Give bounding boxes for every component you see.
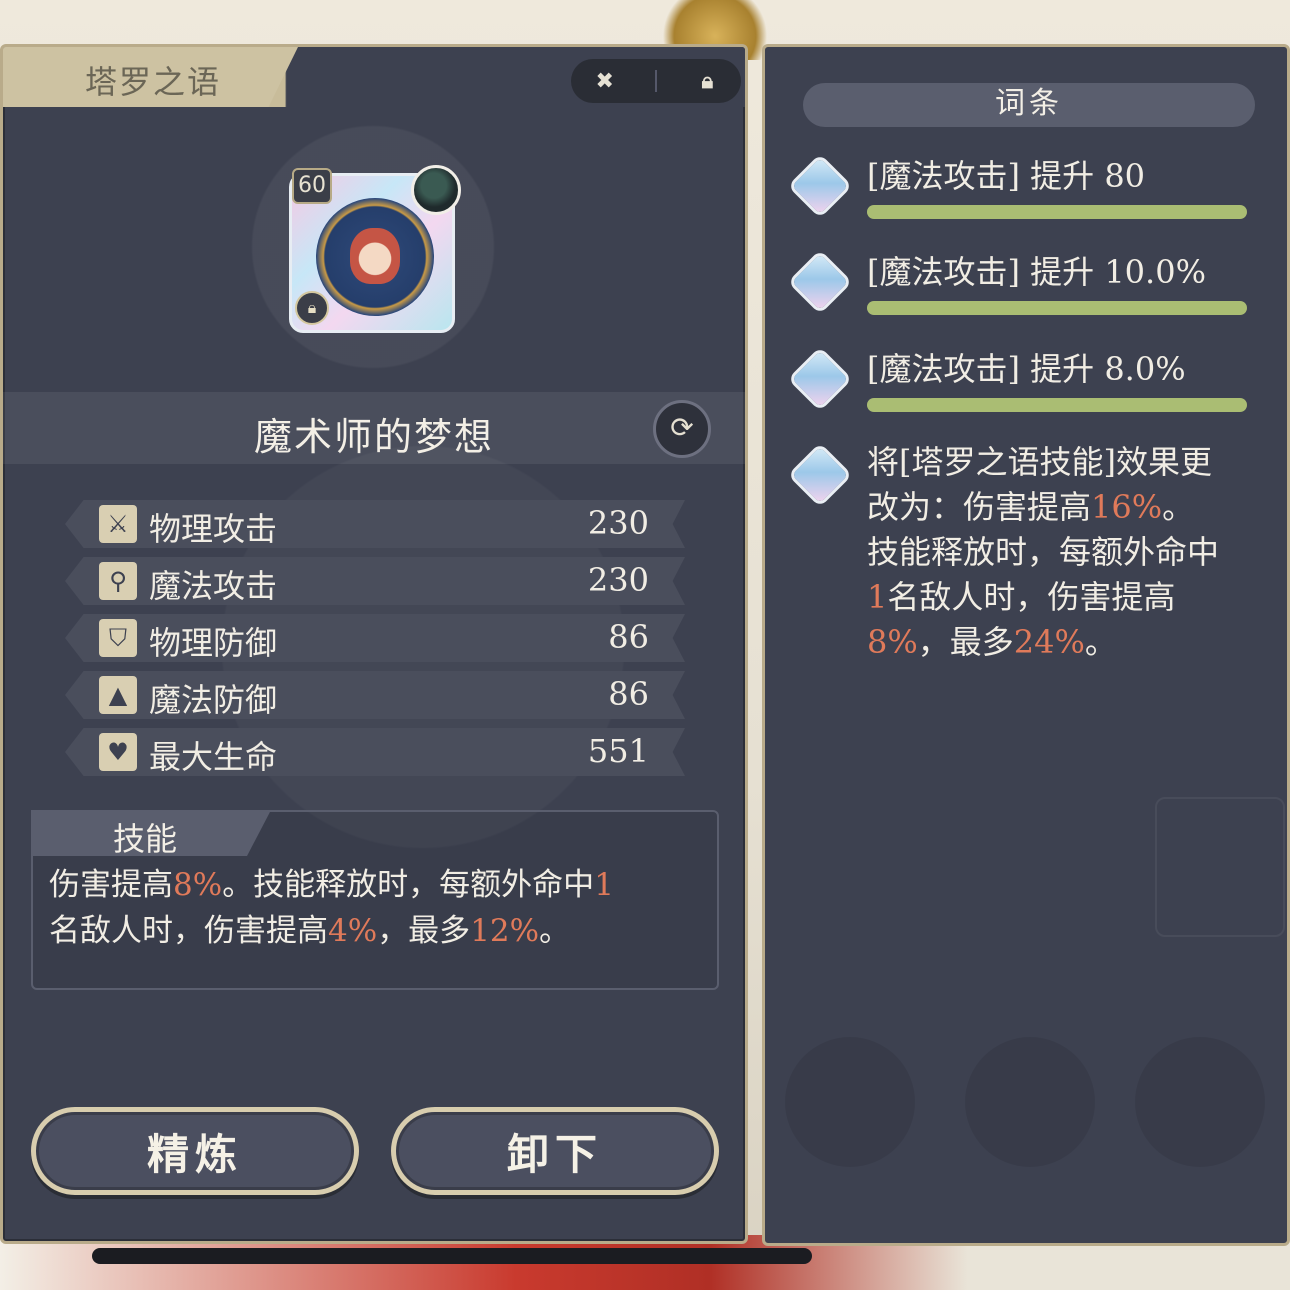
stat-row-physical-attack: ⚔ 物理攻击 230 — [65, 500, 685, 548]
stat-label: 最大生命 — [149, 738, 278, 776]
heart-icon: ♥ — [99, 733, 137, 771]
skill-value: 8% — [173, 867, 223, 903]
skill-text: ，最多 — [377, 913, 471, 949]
entry-desc-text: 名敌人时，伤害提高 — [887, 578, 1176, 616]
stat-value: 230 — [587, 504, 649, 542]
entry-desc-text: 将[塔罗之语技能]效果更 — [867, 443, 1212, 481]
entry-text: [魔法攻击] 提升 80 — [867, 157, 1146, 195]
panel-title: 塔罗之语 — [85, 63, 222, 101]
skill-value: 4% — [328, 913, 378, 949]
equipped-character-avatar — [411, 165, 461, 215]
background-skill-slots — [785, 1037, 1285, 1177]
stat-row-magic-defense: ▲ 魔法防御 86 — [65, 671, 685, 719]
sword-icon: ⚔ — [99, 505, 137, 543]
lock-icon[interactable]: 🔒︎ — [690, 64, 724, 98]
entry-desc-text: ，最多 — [917, 623, 1014, 661]
skill-text: 。 — [539, 913, 571, 949]
stat-label: 魔法防御 — [149, 681, 278, 719]
entry-description: 将[塔罗之语技能]效果更 改为：伤害提高16%。 技能释放时，每额外命中 1名敌… — [867, 440, 1263, 665]
shield-icon: ⛉ — [99, 619, 137, 657]
stat-value: 86 — [608, 618, 649, 656]
entry-progress-bar — [867, 398, 1247, 412]
skill-text: 伤害提高 — [49, 867, 173, 903]
entry-desc-value: 24% — [1013, 623, 1085, 661]
background-skill-circle — [965, 1037, 1095, 1167]
entry-desc-text: 。 — [1084, 623, 1117, 661]
stat-row-physical-defense: ⛉ 物理防御 86 — [65, 614, 685, 662]
entry-row: [魔法攻击] 提升 80 — [791, 151, 1263, 231]
home-indicator — [92, 1248, 812, 1264]
card-level-badge: 60 — [292, 168, 332, 204]
entry-progress-bar — [867, 301, 1247, 315]
gem-icon — [791, 446, 849, 504]
skill-description: 伤害提高8%。技能释放时，每额外命中1 名敌人时，伤害提高4%，最多12%。 — [49, 862, 709, 954]
entry-row-skill-change: 将[塔罗之语技能]效果更 改为：伤害提高16%。 技能释放时，每额外命中 1名敌… — [791, 440, 1263, 680]
card-emblem — [316, 198, 434, 316]
entry-desc-value: 8% — [867, 623, 918, 661]
skill-value: 12% — [470, 913, 540, 949]
stat-label: 物理攻击 — [149, 510, 278, 548]
equipment-detail-panel: 塔罗之语 ✖ 🔒︎ 60 🔒︎ 魔术师的梦想 ⟳ ⚔ 物理攻击 230 ⚲ 魔法… — [0, 44, 748, 1244]
entry-desc-value: 16% — [1091, 488, 1163, 526]
gem-icon — [791, 253, 849, 311]
stat-value: 551 — [587, 732, 649, 770]
skill-text: 。技能释放时，每额外命中 — [222, 867, 595, 903]
item-card[interactable]: 60 🔒︎ — [289, 165, 463, 335]
swap-icon[interactable]: ⟳ — [653, 400, 711, 458]
item-name: 魔术师的梦想 — [253, 415, 494, 459]
character-portrait — [350, 228, 400, 284]
skill-title: 技能 — [113, 820, 178, 858]
entries-header: 词条 — [803, 83, 1255, 127]
entry-text: [魔法攻击] 提升 10.0% — [867, 253, 1206, 291]
entry-text: [魔法攻击] 提升 8.0% — [867, 350, 1186, 388]
gem-icon — [791, 350, 849, 408]
wizard-hat-icon: ▲ — [99, 676, 137, 714]
skill-value: 1 — [594, 867, 614, 903]
skill-box: 技能 伤害提高8%。技能释放时，每额外命中1 名敌人时，伤害提高4%，最多12%… — [31, 810, 719, 990]
stat-row-magic-attack: ⚲ 魔法攻击 230 — [65, 557, 685, 605]
entry-row: [魔法攻击] 提升 8.0% — [791, 344, 1263, 424]
gem-icon — [791, 157, 849, 215]
entry-desc-text: 技能释放时，每额外命中 — [867, 533, 1220, 571]
unequip-button[interactable]: 卸下 — [391, 1107, 719, 1195]
stat-label: 魔法攻击 — [149, 567, 278, 605]
entry-progress-bar — [867, 205, 1247, 219]
entry-desc-text: 改为：伤害提高 — [867, 488, 1092, 526]
title-bar: 塔罗之语 ✖ 🔒︎ — [3, 47, 745, 107]
stat-label: 物理防御 — [149, 624, 278, 662]
divider — [654, 70, 657, 92]
stat-value: 230 — [587, 561, 649, 599]
background-skill-circle — [1135, 1037, 1265, 1167]
title-controls: ✖ 🔒︎ — [571, 59, 741, 103]
stat-value: 86 — [608, 675, 649, 713]
item-name-bar: 魔术师的梦想 ⟳ — [3, 392, 745, 464]
background-skill-circle — [785, 1037, 915, 1167]
stat-row-max-hp: ♥ 最大生命 551 — [65, 728, 685, 776]
entry-desc-value: 1 — [867, 578, 888, 616]
stats-list: ⚔ 物理攻击 230 ⚲ 魔法攻击 230 ⛉ 物理防御 86 ▲ 魔法防御 8… — [65, 500, 685, 785]
entry-row: [魔法攻击] 提升 10.0% — [791, 247, 1263, 327]
background-slot — [1155, 797, 1285, 937]
discard-icon[interactable]: ✖ — [588, 64, 622, 98]
refine-button[interactable]: 精炼 — [31, 1107, 359, 1195]
entries-panel: 词条 [魔法攻击] 提升 80 [魔法攻击] 提升 10.0% [魔法攻击] 提… — [762, 44, 1290, 1246]
skill-text: 名敌人时，伤害提高 — [49, 913, 328, 949]
wand-icon: ⚲ — [99, 562, 137, 600]
entry-desc-text: 。 — [1162, 488, 1195, 526]
card-lock-icon: 🔒︎ — [295, 291, 329, 325]
